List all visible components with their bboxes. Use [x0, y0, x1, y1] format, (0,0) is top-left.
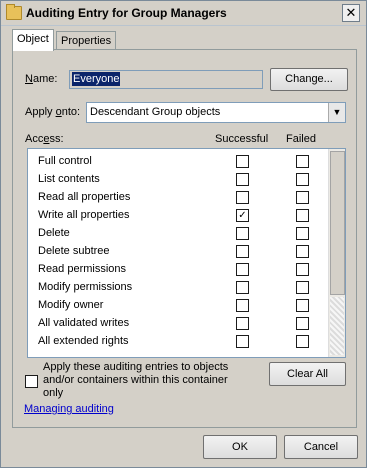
failed-checkbox[interactable] — [296, 263, 309, 276]
permission-name: List contents — [38, 173, 100, 185]
permission-name: Write all properties — [38, 209, 130, 221]
permission-row: Delete — [28, 225, 328, 243]
apply-onto-select[interactable]: Descendant Group objects ▼ — [86, 102, 346, 123]
successful-checkbox[interactable] — [236, 281, 249, 294]
permission-row: Read all properties — [28, 189, 328, 207]
failed-column-header: Failed — [286, 133, 316, 145]
failed-checkbox[interactable] — [296, 155, 309, 168]
successful-checkbox[interactable] — [236, 173, 249, 186]
successful-column-header: Successful — [215, 133, 269, 145]
failed-checkbox[interactable] — [296, 227, 309, 240]
permission-name: All extended rights — [38, 335, 129, 347]
name-value: Everyone — [72, 72, 121, 86]
permission-row: All extended rights — [28, 333, 328, 351]
permission-name: Delete — [38, 227, 70, 239]
apply-onto-value: Descendant Group objects — [90, 106, 221, 118]
successful-checkbox[interactable] — [236, 245, 249, 258]
scrollbar-track[interactable] — [330, 297, 344, 355]
permission-name: Read permissions — [38, 263, 127, 275]
tab-object[interactable]: Object — [12, 29, 54, 51]
failed-checkbox[interactable] — [296, 245, 309, 258]
failed-checkbox[interactable] — [296, 281, 309, 294]
permission-name: Delete subtree — [38, 245, 110, 257]
failed-checkbox[interactable] — [296, 299, 309, 312]
managing-auditing-link[interactable]: Managing auditing — [24, 403, 114, 415]
change-button[interactable]: Change... — [270, 68, 348, 91]
name-label: Name: — [25, 73, 58, 85]
successful-checkbox[interactable]: ✓ — [236, 209, 249, 222]
failed-checkbox[interactable] — [296, 317, 309, 330]
failed-checkbox[interactable] — [296, 335, 309, 348]
successful-checkbox[interactable] — [236, 299, 249, 312]
successful-checkbox[interactable] — [236, 155, 249, 168]
cancel-button[interactable]: Cancel — [284, 435, 358, 459]
successful-checkbox[interactable] — [236, 263, 249, 276]
clear-all-button[interactable]: Clear All — [269, 362, 346, 386]
access-label: Access: — [25, 133, 64, 145]
object-tab-panel: Name: Everyone Change... Apply onto: Des… — [12, 49, 357, 428]
auditing-entry-dialog: Auditing Entry for Group Managers ✕ Obje… — [0, 0, 367, 468]
permission-row: Modify owner — [28, 297, 328, 315]
successful-checkbox[interactable] — [236, 317, 249, 330]
ok-button[interactable]: OK — [203, 435, 277, 459]
permission-list: Full control List contents Read all proper… — [27, 148, 346, 358]
permission-name: All validated writes — [38, 317, 130, 329]
successful-checkbox[interactable] — [236, 335, 249, 348]
permission-name: Modify owner — [38, 299, 104, 311]
failed-checkbox[interactable] — [296, 173, 309, 186]
permission-row: Full control — [28, 153, 328, 171]
permission-row: All validated writes — [28, 315, 328, 333]
permission-row: Write all properties ✓ — [28, 207, 328, 225]
tab-properties[interactable]: Properties — [56, 31, 117, 50]
scrollbar-thumb[interactable] — [330, 151, 345, 295]
permission-row: Read permissions — [28, 261, 328, 279]
failed-checkbox[interactable] — [296, 191, 309, 204]
successful-checkbox[interactable] — [236, 227, 249, 240]
window-title: Auditing Entry for Group Managers — [26, 6, 227, 20]
apply-to-container-label: Apply these auditing entries to objects … — [43, 361, 229, 399]
close-button[interactable]: ✕ — [342, 4, 360, 22]
permission-row: Modify permissions — [28, 279, 328, 297]
successful-checkbox[interactable] — [236, 191, 249, 204]
scrollbar[interactable] — [328, 149, 345, 357]
permission-name: Read all properties — [38, 191, 131, 203]
permission-row: Delete subtree — [28, 243, 328, 261]
folder-icon — [6, 4, 22, 20]
permission-name: Full control — [38, 155, 92, 167]
permission-name: Modify permissions — [38, 281, 133, 293]
permission-row: List contents — [28, 171, 328, 189]
apply-onto-label: Apply onto: — [25, 106, 81, 118]
apply-to-container-checkbox[interactable] — [25, 375, 38, 388]
failed-checkbox[interactable] — [296, 209, 309, 222]
name-field[interactable]: Everyone — [69, 70, 263, 89]
title-bar: Auditing Entry for Group Managers ✕ — [1, 1, 366, 26]
chevron-down-icon[interactable]: ▼ — [328, 103, 345, 122]
